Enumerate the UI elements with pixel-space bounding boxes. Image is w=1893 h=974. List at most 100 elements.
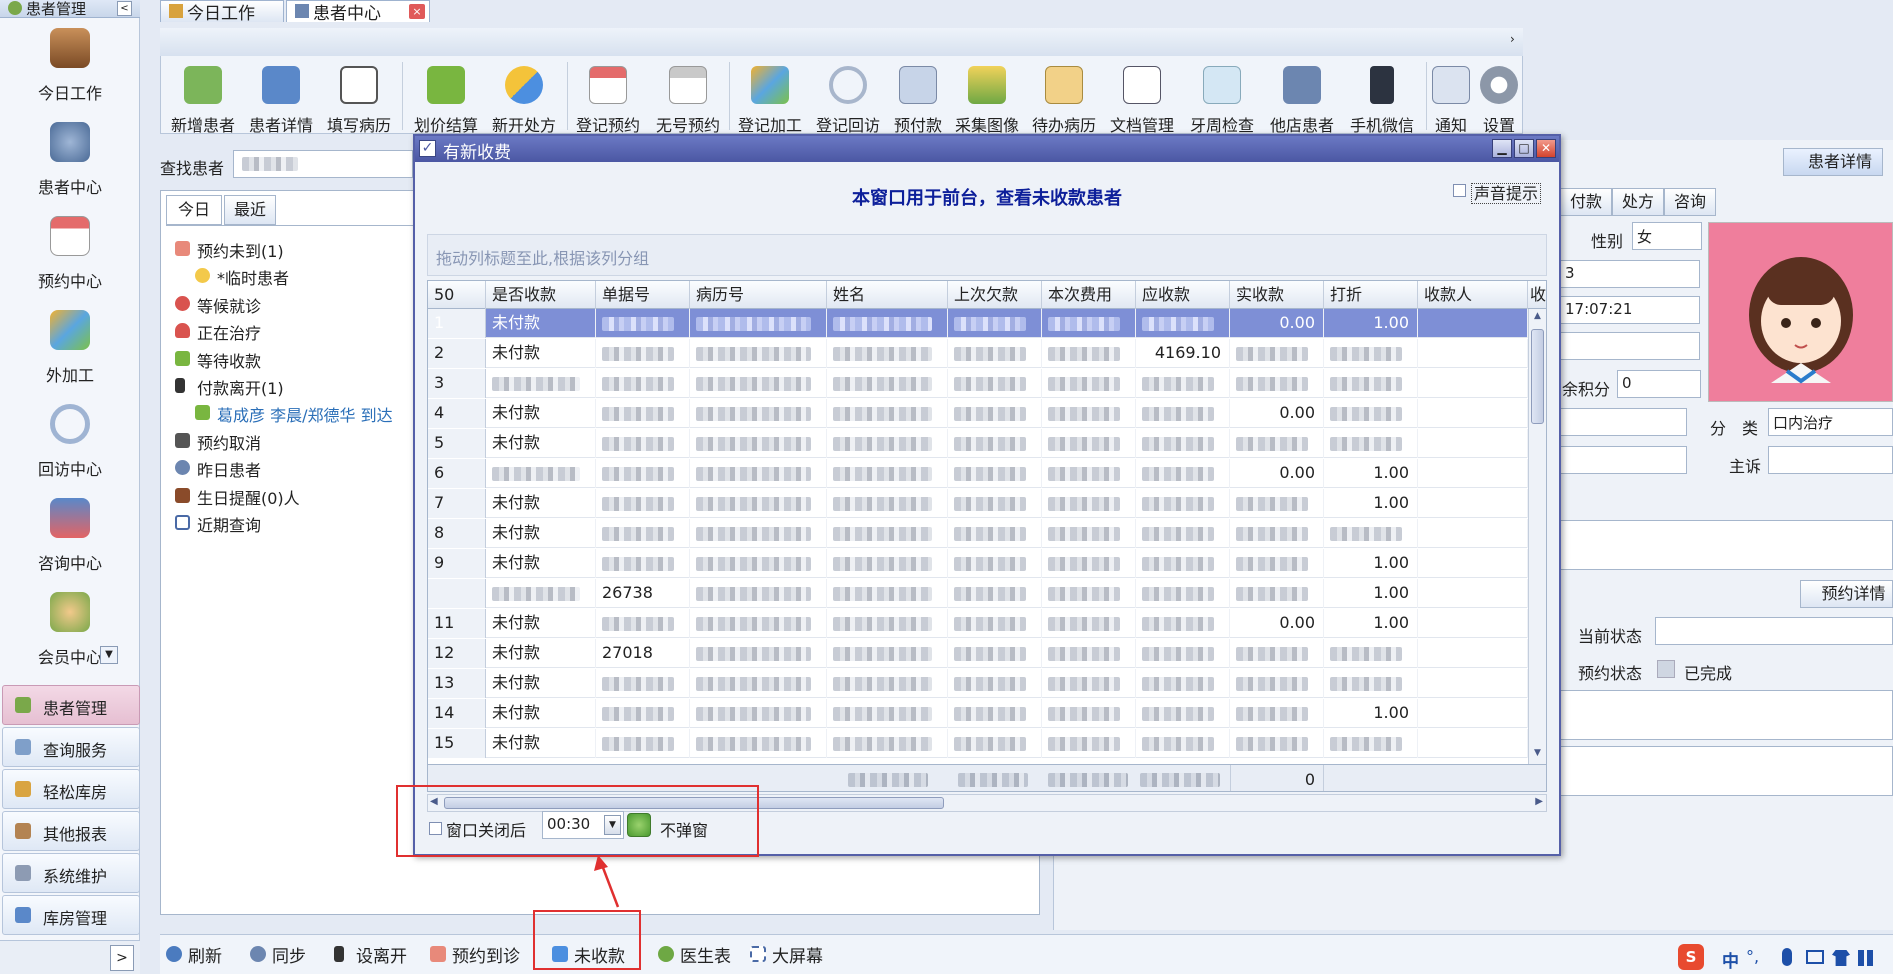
set-leave-button[interactable]: 设离开 (334, 940, 424, 968)
scroll-up-icon[interactable]: ▲ (1531, 311, 1544, 325)
col-header-last-debt[interactable]: 上次欠款 (948, 281, 1042, 309)
toolbar-scroll-right-icon[interactable]: › (1510, 32, 1515, 46)
prepayment-button[interactable]: 预付款 (886, 62, 950, 135)
doctor-table-button[interactable]: 医生表 (658, 940, 738, 968)
col-header-received[interactable]: 实收款 (1230, 281, 1324, 309)
periodontal-exam-button[interactable]: 牙周检查 (1182, 62, 1262, 135)
nav-query-service[interactable]: 查询服务 (2, 727, 140, 767)
ime-logo-icon[interactable]: S (1678, 944, 1704, 970)
capture-image-button[interactable]: 采集图像 (952, 62, 1022, 135)
table-row[interactable]: 15 未付款 (428, 729, 1528, 758)
col-header-receivable[interactable]: 应收款 (1136, 281, 1230, 309)
collapse-sidebar-button[interactable]: < (117, 1, 132, 16)
table-row[interactable]: 9 未付款 1.00 (428, 549, 1528, 578)
table-row[interactable]: 4 未付款 0.00 (428, 399, 1528, 428)
big-screen-button[interactable]: 大屏幕 (750, 940, 840, 968)
vertical-scrollbar[interactable]: ▲ ▼ (1528, 309, 1546, 764)
no-number-appointment-button[interactable]: 无号预约 (650, 62, 726, 135)
sidebar-item-member-center[interactable]: 会员中心 ▼ (0, 586, 140, 674)
expand-arrow-button[interactable]: > (110, 945, 134, 971)
other-store-patients-button[interactable]: 他店患者 (1264, 62, 1340, 135)
col-header-record-no[interactable]: 病历号 (690, 281, 827, 309)
col-header-discount[interactable]: 打折 (1324, 281, 1418, 309)
sidebar-item-today-work[interactable]: 今日工作 (0, 22, 140, 110)
chevron-down-icon[interactable]: ▼ (100, 646, 118, 664)
scroll-right-icon[interactable]: ▶ (1535, 796, 1543, 807)
scroll-thumb[interactable] (1531, 329, 1544, 424)
nav-warehouse-management[interactable]: 库房管理 (2, 895, 140, 935)
notes-field[interactable] (1560, 520, 1893, 570)
tab-today-work[interactable]: 今日工作 (160, 0, 284, 24)
category-field[interactable]: 口内治疗 (1768, 408, 1893, 436)
register-revisit-button[interactable]: 登记回访 (810, 62, 886, 135)
register-processing-button[interactable]: 登记加工 (730, 62, 810, 135)
search-patient-input[interactable] (233, 150, 413, 178)
nav-patient-management[interactable]: 患者管理 (2, 685, 140, 725)
table-row[interactable]: 14 未付款 1.00 (428, 699, 1528, 728)
new-patient-button[interactable]: 新增患者 (165, 62, 241, 135)
table-row[interactable]: 6 0.00 1.00 (428, 459, 1528, 488)
memo-field[interactable] (1560, 690, 1893, 740)
table-row[interactable]: 3 (428, 369, 1528, 398)
table-row[interactable]: 2 未付款 4169.10 (428, 339, 1528, 368)
close-button[interactable]: ✕ (1536, 139, 1556, 158)
tab-today[interactable]: 今日 (166, 195, 222, 225)
table-row[interactable]: 1 未付款 0.00 1.00 (428, 309, 1528, 338)
tab-prescription[interactable]: 处方 (1612, 188, 1664, 216)
nav-other-reports[interactable]: 其他报表 (2, 811, 140, 851)
close-tab-icon[interactable]: × (409, 4, 425, 19)
col-header-overflow[interactable]: 收 (1528, 281, 1546, 309)
tab-recent[interactable]: 最近 (224, 195, 276, 225)
time-field[interactable]: 17:07:21 (1560, 296, 1700, 324)
blank-field[interactable] (1560, 408, 1687, 436)
ime-mode[interactable]: 中 (1722, 947, 1739, 972)
tab-consult[interactable]: 咨询 (1664, 188, 1716, 216)
tab-patient-center[interactable]: 患者中心 × (286, 0, 430, 24)
table-row[interactable]: 5 未付款 (428, 429, 1528, 458)
new-prescription-button[interactable]: 新开处方 (486, 62, 562, 135)
sidebar-item-revisit-center[interactable]: 回访中心 (0, 398, 140, 486)
col-header-name[interactable]: 姓名 (827, 281, 948, 309)
refresh-button[interactable]: 刷新 (166, 940, 236, 968)
toolbox-icon[interactable] (1858, 950, 1874, 966)
billing-button[interactable]: 划价结算 (408, 62, 484, 135)
sidebar-item-appointment-center[interactable]: 预约中心 (0, 210, 140, 298)
table-row[interactable]: 26738 1.00 (428, 579, 1528, 608)
fill-record-button[interactable]: 填写病历 (321, 62, 397, 135)
appointment-arrived-button[interactable]: 预约到诊 (430, 940, 530, 968)
table-row[interactable]: 8 未付款 (428, 519, 1528, 548)
complaint-field[interactable] (1768, 446, 1893, 474)
scroll-down-icon[interactable]: ▼ (1531, 748, 1544, 762)
nav-system-maintenance[interactable]: 系统维护 (2, 853, 140, 893)
blank-field[interactable] (1560, 446, 1687, 474)
points-field[interactable]: 0 (1617, 370, 1701, 398)
sound-prompt-checkbox[interactable]: 声音提示 (1452, 180, 1541, 204)
id-field[interactable]: 3 (1560, 260, 1700, 288)
sidebar-item-outsourcing[interactable]: 外加工 (0, 304, 140, 392)
group-by-panel[interactable]: 拖动列标题至此,根据该列分组 (427, 234, 1547, 276)
nav-easy-warehouse[interactable]: 轻松库房 (2, 769, 140, 809)
keyboard-icon[interactable] (1806, 950, 1824, 964)
col-header-paid-status[interactable]: 是否收款 (486, 281, 596, 309)
table-row[interactable]: 7 未付款 1.00 (428, 489, 1528, 518)
gender-field[interactable]: 女 (1632, 222, 1702, 250)
table-row[interactable]: 13 未付款 (428, 669, 1528, 698)
notify-button[interactable]: 通知 (1430, 62, 1472, 135)
sidebar-item-consult-center[interactable]: 咨询中心 (0, 492, 140, 580)
memo-field-2[interactable] (1560, 746, 1893, 796)
sidebar-item-patient-center[interactable]: 患者中心 (0, 116, 140, 204)
tab-payment[interactable]: 付款 (1560, 188, 1612, 216)
pending-records-button[interactable]: 待办病历 (1026, 62, 1102, 135)
minimize-button[interactable]: ▁ (1492, 139, 1512, 158)
register-appointment-button[interactable]: 登记预约 (568, 62, 648, 135)
table-row[interactable]: 12 未付款 27018 (428, 639, 1528, 668)
col-header-bill-no[interactable]: 单据号 (596, 281, 690, 309)
blank-field[interactable] (1560, 332, 1700, 360)
document-management-button[interactable]: 文档管理 (1104, 62, 1180, 135)
current-state-field[interactable] (1655, 617, 1893, 645)
col-header-current-fee[interactable]: 本次费用 (1042, 281, 1136, 309)
patient-detail-button-right[interactable]: 患者详情 (1783, 148, 1883, 176)
mobile-wechat-button[interactable]: 手机微信 (1342, 62, 1422, 135)
table-row[interactable]: 11 未付款 0.00 1.00 (428, 609, 1528, 638)
sync-button[interactable]: 同步 (250, 940, 320, 968)
